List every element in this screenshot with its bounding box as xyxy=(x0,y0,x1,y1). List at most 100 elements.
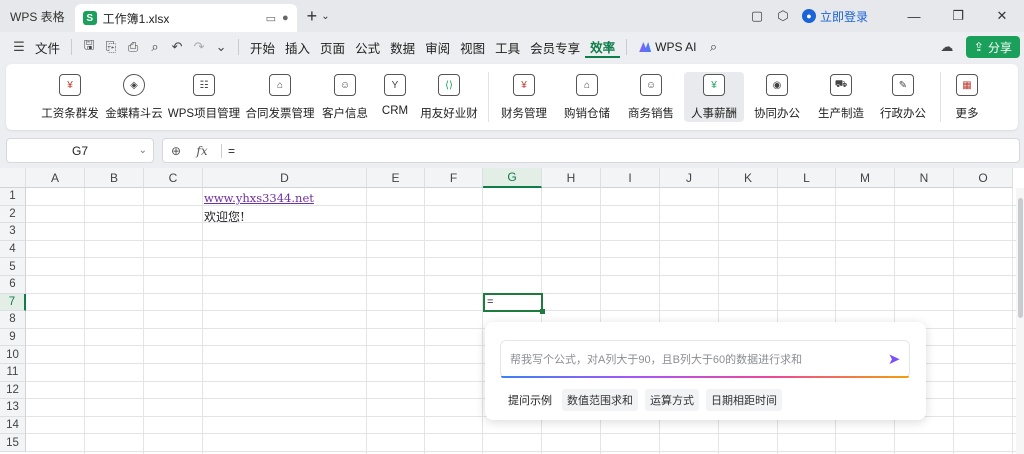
search-icon[interactable]: ⌕ xyxy=(703,36,725,58)
tab-page[interactable]: 页面 xyxy=(315,36,350,58)
tab-member[interactable]: 会员专享 xyxy=(525,36,585,58)
cube-icon[interactable]: ⬡ xyxy=(770,3,796,29)
save-icon[interactable]: 🖫 xyxy=(78,36,100,58)
tab-insert[interactable]: 插入 xyxy=(280,36,315,58)
row-header-9[interactable]: 9 xyxy=(0,328,26,347)
ribbon-sales[interactable]: ☺ 商务销售 xyxy=(622,72,680,122)
example-chip[interactable]: 数值范围求和 xyxy=(562,389,638,411)
ribbon-project[interactable]: ☷ WPS项目管理 xyxy=(168,72,240,122)
app-tab[interactable]: WPS 表格 xyxy=(0,0,75,32)
column-header-d[interactable]: D xyxy=(203,168,367,188)
ribbon-customer[interactable]: ☺ 客户信息 xyxy=(320,72,370,122)
login-button[interactable]: ● 立即登录 xyxy=(801,8,868,25)
active-cell-g7[interactable]: = xyxy=(483,293,545,314)
ribbon-contract[interactable]: ⌂ 合同发票管理 xyxy=(244,72,316,122)
cloud-upload-icon[interactable]: ☁ xyxy=(936,36,958,58)
vertical-scrollbar[interactable] xyxy=(1016,188,1024,454)
yonyou-icon: ⟨⟩ xyxy=(438,74,460,96)
cell-d2[interactable]: 欢迎您! xyxy=(204,208,245,225)
zoom-formula-icon[interactable]: ⊕ xyxy=(163,144,189,158)
column-header-h[interactable]: H xyxy=(542,168,601,188)
column-header-c[interactable]: C xyxy=(144,168,203,188)
column-header-f[interactable]: F xyxy=(425,168,483,188)
send-icon[interactable]: ➤ xyxy=(879,350,909,368)
column-header-n[interactable]: N xyxy=(895,168,954,188)
grid-line xyxy=(366,188,367,454)
function-icon[interactable]: fx xyxy=(189,144,215,158)
minimize-button[interactable]: — xyxy=(892,0,936,32)
tab-home[interactable]: 开始 xyxy=(245,36,280,58)
row-header-5[interactable]: 5 xyxy=(0,258,26,276)
ribbon-kingdee[interactable]: ◈ 金蝶精斗云 xyxy=(104,72,164,122)
export-icon[interactable]: ⎘ xyxy=(100,36,122,58)
window-switch-icon[interactable]: ▢ xyxy=(744,3,770,29)
row-header-4[interactable]: 4 xyxy=(0,240,26,259)
tab-review[interactable]: 审阅 xyxy=(420,36,455,58)
example-chip[interactable]: 日期相距时间 xyxy=(706,389,782,411)
row-header-11[interactable]: 11 xyxy=(0,364,26,382)
column-header-l[interactable]: L xyxy=(778,168,836,188)
ribbon-label: 金蝶精斗云 xyxy=(105,108,163,120)
column-header-e[interactable]: E xyxy=(367,168,425,188)
unsaved-dot-icon[interactable]: ● xyxy=(282,12,289,24)
scrollbar-thumb[interactable] xyxy=(1018,198,1023,318)
row-header-12[interactable]: 12 xyxy=(0,381,26,400)
customer-icon: ☺ xyxy=(334,74,356,96)
column-header-a[interactable]: A xyxy=(26,168,85,188)
row-header-8[interactable]: 8 xyxy=(0,311,26,329)
file-menu[interactable]: 文件 xyxy=(30,36,65,58)
tab-tools[interactable]: 工具 xyxy=(490,36,525,58)
ribbon-admin[interactable]: ✎ 行政办公 xyxy=(874,72,932,122)
row-header-15[interactable]: 15 xyxy=(0,434,26,452)
column-header-k[interactable]: K xyxy=(719,168,778,188)
column-header-g[interactable]: G xyxy=(483,168,542,188)
ribbon-more[interactable]: ▦ 更多 xyxy=(950,72,984,122)
ribbon-yonyou[interactable]: ⟨⟩ 用友好业财 xyxy=(418,72,480,122)
redo-icon[interactable]: ↷ xyxy=(188,36,210,58)
restore-button[interactable]: ❐ xyxy=(936,0,980,32)
undo-icon[interactable]: ↶ xyxy=(166,36,188,58)
row-header-14[interactable]: 14 xyxy=(0,416,26,435)
hamburger-icon[interactable]: ☰ xyxy=(8,36,30,58)
input-gradient-underline xyxy=(501,376,909,378)
select-all-corner[interactable] xyxy=(0,168,26,188)
ai-prompt-input[interactable]: 帮我写个公式，对A列大于90，且B列大于60的数据进行求和 ➤ xyxy=(500,340,910,378)
row-header-10[interactable]: 10 xyxy=(0,346,26,364)
share-button[interactable]: ⇪ 分享 xyxy=(965,36,1020,58)
row-header-7[interactable]: 7 xyxy=(0,293,26,312)
column-header-b[interactable]: B xyxy=(85,168,144,188)
print-icon[interactable]: ⎙ xyxy=(122,36,144,58)
tab-view[interactable]: 视图 xyxy=(455,36,490,58)
print-preview-icon[interactable]: ⌕ xyxy=(144,36,166,58)
close-button[interactable]: ✕ xyxy=(980,0,1024,32)
column-header-j[interactable]: J xyxy=(660,168,719,188)
column-header-o[interactable]: O xyxy=(954,168,1013,188)
more-chevron-icon[interactable]: ⌄ xyxy=(210,36,232,58)
document-tab[interactable]: S 工作簿1.xlsx ▭ ● xyxy=(74,4,297,32)
tab-data[interactable]: 数据 xyxy=(385,36,420,58)
tab-formula[interactable]: 公式 xyxy=(350,36,385,58)
column-header-m[interactable]: M xyxy=(836,168,895,188)
name-box[interactable]: G7 ⌄ xyxy=(6,138,154,163)
row-header-1[interactable]: 1 xyxy=(0,188,26,206)
project-icon: ☷ xyxy=(193,74,215,96)
row-header-13[interactable]: 13 xyxy=(0,399,26,417)
example-chip[interactable]: 运算方式 xyxy=(645,389,699,411)
row-header-6[interactable]: 6 xyxy=(0,276,26,294)
ribbon-crm[interactable]: Y CRM xyxy=(376,72,414,122)
row-header-3[interactable]: 3 xyxy=(0,223,26,241)
ribbon-warehouse[interactable]: ⌂ 购销仓储 xyxy=(558,72,616,122)
ribbon-collab[interactable]: ◉ 协同办公 xyxy=(748,72,806,122)
new-tab-button[interactable]: + ⌄ xyxy=(307,6,330,27)
ribbon-salary[interactable]: ¥ 工资条群发 xyxy=(38,72,102,122)
column-header-i[interactable]: I xyxy=(601,168,660,188)
ribbon-hr[interactable]: ¥ 人事薪酬 xyxy=(684,72,744,122)
formula-input[interactable]: ⊕ fx = xyxy=(162,138,1020,163)
row-header-2[interactable]: 2 xyxy=(0,205,26,224)
cell-d1[interactable]: www.yhxs3344.net xyxy=(204,191,314,205)
tab-efficiency[interactable]: 效率 xyxy=(585,36,621,58)
monitor-icon[interactable]: ▭ xyxy=(266,12,276,25)
ribbon-finance[interactable]: ¥ 财务管理 xyxy=(496,72,552,122)
ribbon-manufacture[interactable]: ⛟ 生产制造 xyxy=(812,72,870,122)
wps-ai-button[interactable]: WPS AI xyxy=(633,40,702,54)
